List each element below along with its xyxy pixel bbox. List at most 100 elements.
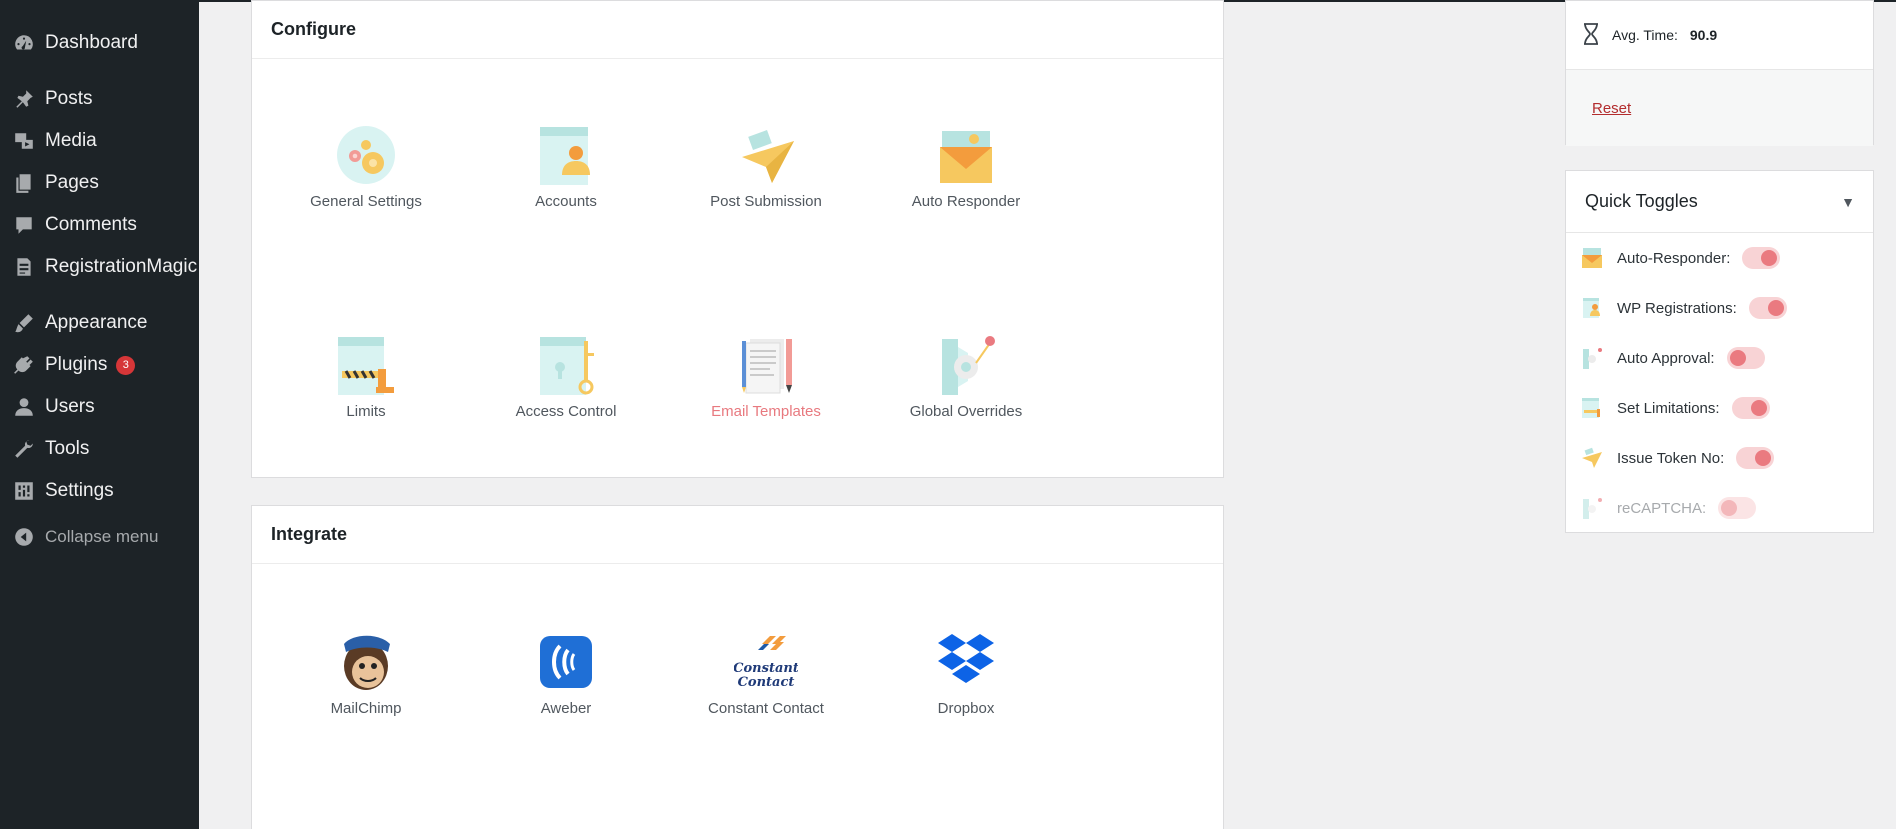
mailchimp-tile[interactable]: MailChimp: [266, 630, 466, 717]
hourglass-icon: [1582, 22, 1600, 48]
toggle-knob: [1755, 450, 1772, 466]
issue-token-toggle[interactable]: [1736, 447, 1775, 469]
form-stats-panel: Avg. Time: 90.9 Reset: [1565, 0, 1874, 146]
brush-icon: [12, 311, 36, 335]
account-icon: [540, 127, 590, 185]
envelope-icon: [1582, 248, 1602, 268]
accounts-tile[interactable]: Accounts: [466, 123, 666, 210]
recaptcha-toggle[interactable]: [1718, 497, 1757, 519]
post-submission-tile[interactable]: Post Submission: [666, 123, 866, 210]
account-icon: [1583, 298, 1600, 318]
wrench-icon: [12, 437, 36, 461]
gears-icon: [337, 126, 395, 184]
dashboard-icon: [12, 31, 36, 55]
media-icon: [12, 129, 36, 153]
constant-contact-tile[interactable]: Constant Contact Constant Contact: [666, 630, 866, 717]
quick-toggles-panel: Quick Toggles ▼ Auto-Responder: WP Regis…: [1565, 170, 1874, 533]
toggle-label: Auto-Responder:: [1617, 249, 1731, 267]
wp-registrations-toggle[interactable]: [1748, 297, 1787, 319]
toggle-knob: [1729, 350, 1746, 366]
pages-icon: [12, 171, 36, 195]
toggle-row-recaptcha: reCAPTCHA:: [1566, 483, 1873, 533]
user-icon: [12, 395, 36, 419]
svg-text:Contact: Contact: [738, 675, 795, 690]
envelope-icon: [940, 131, 992, 183]
tile-label: Auto Responder: [911, 193, 1021, 210]
caret-down-icon[interactable]: ▼: [1841, 194, 1855, 210]
global-overrides-tile[interactable]: Global Overrides: [866, 333, 1066, 420]
sidebar-item-posts[interactable]: Posts: [0, 78, 199, 120]
sidebar-item-label: Comments: [45, 214, 137, 235]
toggle-label: WP Registrations:: [1617, 299, 1737, 317]
collapse-icon: [12, 525, 36, 549]
admin-sidebar: Dashboard Posts Media Pages Comments Reg…: [0, 0, 199, 829]
settings-icon: [12, 479, 36, 503]
avg-time-row: Avg. Time: 90.9: [1566, 1, 1873, 70]
avg-time-value: 90.9: [1689, 27, 1718, 43]
tile-label: Dropbox: [937, 700, 995, 717]
sidebar-item-plugins[interactable]: Plugins 3: [0, 344, 199, 386]
quick-toggles-header: Quick Toggles ▼: [1566, 171, 1873, 233]
barrier-icon: [1582, 398, 1600, 418]
toggle-label: Set Limitations:: [1617, 399, 1720, 417]
plugins-update-badge: 3: [116, 355, 136, 375]
pin-icon: [12, 87, 36, 111]
sidebar-item-appearance[interactable]: Appearance: [0, 302, 199, 344]
sidebar-item-users[interactable]: Users: [0, 386, 199, 428]
auto-responder-toggle[interactable]: [1742, 247, 1781, 269]
sidebar-item-media[interactable]: Media: [0, 120, 199, 162]
sidebar-item-comments[interactable]: Comments: [0, 204, 199, 246]
access-control-tile[interactable]: Access Control: [466, 333, 666, 420]
limits-tile[interactable]: Limits: [266, 333, 466, 420]
configure-panel: Configure General Settings Accounts Post…: [251, 0, 1224, 478]
mailchimp-logo-icon: [344, 635, 390, 690]
document-pen-icon: [742, 339, 792, 394]
paper-plane-icon: [742, 130, 794, 183]
sidebar-item-registrationmagic[interactable]: RegistrationMagic: [0, 246, 199, 288]
form-icon: [12, 255, 36, 279]
toggle-knob: [1750, 400, 1767, 416]
tile-label: Email Templates: [711, 403, 821, 420]
paper-plane-icon: [1582, 447, 1602, 468]
toggle-row-auto-approval: Auto Approval:: [1566, 333, 1873, 383]
plugin-icon: [12, 353, 36, 377]
avg-time-label: Avg. Time:: [1612, 27, 1678, 43]
integrate-title: Integrate: [252, 506, 1223, 564]
svg-text:Constant: Constant: [734, 661, 798, 676]
reset-row: Reset: [1566, 70, 1873, 146]
tile-label: Global Overrides: [909, 403, 1023, 420]
sidebar-item-dashboard[interactable]: Dashboard: [0, 22, 199, 64]
dropbox-tile[interactable]: Dropbox: [866, 630, 1066, 717]
key-lock-icon: [540, 337, 594, 395]
sidebar-item-label: Posts: [45, 88, 93, 109]
sidebar-item-pages[interactable]: Pages: [0, 162, 199, 204]
dropbox-logo-icon: [938, 634, 994, 683]
sidebar-item-settings[interactable]: Settings: [0, 470, 199, 512]
comment-icon: [12, 213, 36, 237]
email-templates-tile[interactable]: Email Templates: [666, 333, 866, 420]
configure-title: Configure: [252, 1, 1223, 59]
sidebar-item-tools[interactable]: Tools: [0, 428, 199, 470]
tile-label: Aweber: [540, 700, 592, 717]
sidebar-item-label: Settings: [45, 480, 114, 501]
sidebar-item-label: Appearance: [45, 312, 148, 333]
integrate-panel: Integrate MailChimp Aweber Constant Cont…: [251, 505, 1224, 829]
auto-approval-toggle[interactable]: [1726, 347, 1765, 369]
toggle-knob: [1761, 250, 1778, 266]
tile-label: MailChimp: [330, 700, 402, 717]
collapse-menu-label: Collapse menu: [45, 527, 159, 546]
set-limitations-toggle[interactable]: [1731, 397, 1770, 419]
aweber-logo-icon: [540, 636, 592, 688]
reset-link[interactable]: Reset: [1592, 100, 1631, 117]
toggle-row-wp-registrations: WP Registrations:: [1566, 283, 1873, 333]
tile-label: General Settings: [310, 193, 422, 210]
sidebar-item-label: Tools: [45, 438, 90, 459]
sidebar-item-label: Users: [45, 396, 95, 417]
aweber-tile[interactable]: Aweber: [466, 630, 666, 717]
general-settings-tile[interactable]: General Settings: [266, 123, 466, 210]
auto-responder-tile[interactable]: Auto Responder: [866, 123, 1066, 210]
collapse-menu-button[interactable]: Collapse menu: [0, 516, 199, 558]
toggle-row-auto-responder: Auto-Responder:: [1566, 233, 1873, 283]
tile-label: Limits: [346, 403, 386, 420]
toggle-row-issue-token: Issue Token No:: [1566, 433, 1873, 483]
